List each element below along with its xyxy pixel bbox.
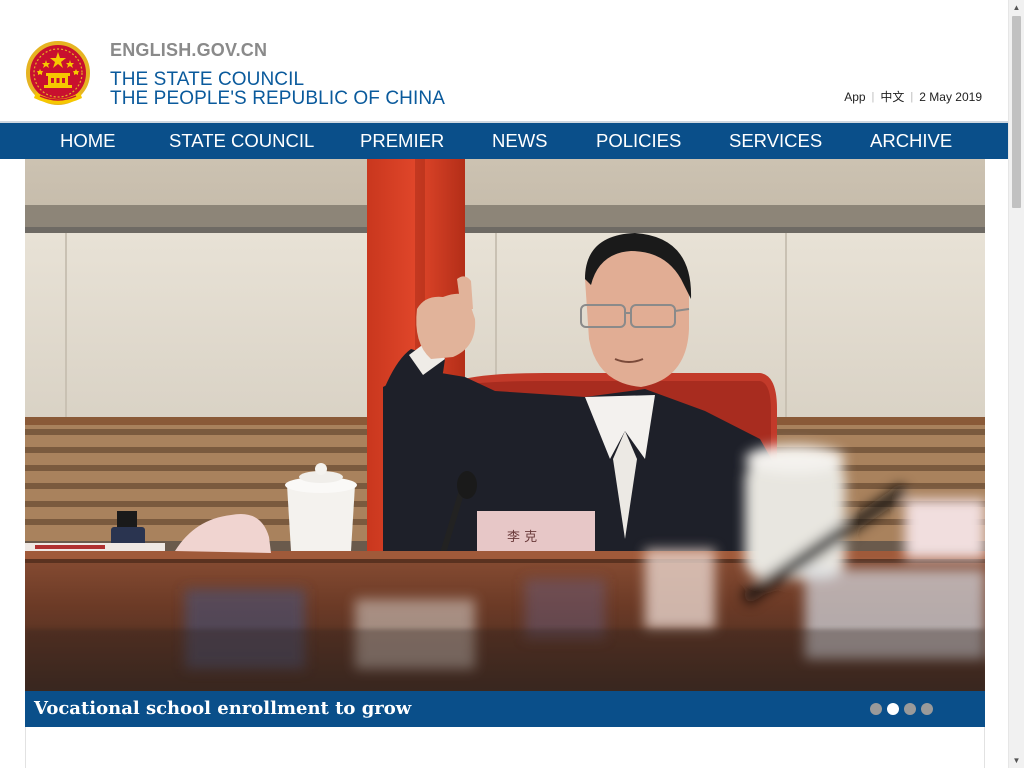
main-nav: HOME STATE COUNCIL PREMIER NEWS POLICIES…	[0, 123, 1008, 159]
slide-dot-2[interactable]	[887, 703, 899, 715]
svg-text:李 克: 李 克	[507, 530, 537, 545]
national-emblem-icon[interactable]	[26, 40, 90, 110]
hero-caption-link[interactable]: Vocational school enrollment to grow	[34, 691, 411, 727]
nav-item-archive[interactable]: ARCHIVE	[870, 123, 952, 159]
current-date: 2 May 2019	[919, 89, 982, 104]
nav-item-news[interactable]: NEWS	[492, 123, 548, 159]
nav-item-home[interactable]: HOME	[60, 123, 116, 159]
chinese-language-link[interactable]: 中文	[880, 88, 904, 105]
separator: |	[871, 90, 875, 103]
council-title-line2[interactable]: THE PEOPLE'S REPUBLIC OF CHINA	[110, 88, 445, 110]
scroll-thumb[interactable]	[1012, 16, 1021, 208]
slide-dot-1[interactable]	[870, 703, 882, 715]
scroll-up-arrow-icon[interactable]: ▲	[1009, 0, 1024, 15]
hero-caption-bar: Vocational school enrollment to grow	[25, 691, 985, 727]
nav-item-state-council[interactable]: STATE COUNCIL	[169, 123, 314, 159]
page: ENGLISH.GOV.CN THE STATE COUNCIL THE PEO…	[0, 0, 1008, 768]
slide-indicators	[870, 703, 933, 715]
nav-item-services[interactable]: SERVICES	[729, 123, 822, 159]
utility-bar: App | 中文 | 2 May 2019	[844, 88, 982, 105]
app-link[interactable]: App	[844, 90, 865, 104]
slide-dot-3[interactable]	[904, 703, 916, 715]
hero-slide-image[interactable]: 李 克	[25, 159, 985, 691]
slide-dot-4[interactable]	[921, 703, 933, 715]
vertical-scrollbar[interactable]: ▲ ▼	[1008, 0, 1024, 768]
nav-item-policies[interactable]: POLICIES	[596, 123, 681, 159]
scroll-down-arrow-icon[interactable]: ▼	[1009, 753, 1024, 768]
site-name[interactable]: ENGLISH.GOV.CN	[110, 40, 267, 61]
separator: |	[910, 90, 914, 103]
nav-item-premier[interactable]: PREMIER	[360, 123, 444, 159]
content-area	[25, 727, 985, 768]
